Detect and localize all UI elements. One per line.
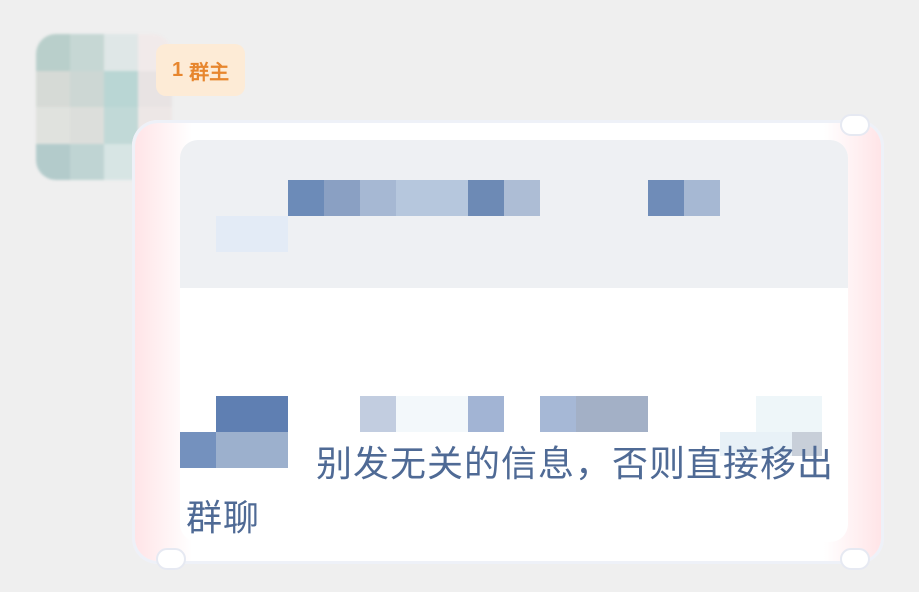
redaction-block <box>576 396 648 432</box>
redaction-block <box>216 396 288 432</box>
group-owner-badge: 1 群主 <box>156 44 246 96</box>
badge-level: 1 <box>172 58 184 81</box>
redaction-block <box>756 396 822 432</box>
badge-role: 群主 <box>189 61 230 84</box>
redaction-block <box>396 396 468 432</box>
redaction-block <box>360 396 396 432</box>
redaction-block <box>216 216 288 252</box>
redaction-block <box>504 180 540 216</box>
redaction-block <box>540 396 576 432</box>
cloud-decoration-icon <box>840 548 870 570</box>
redaction-block <box>288 180 324 216</box>
cloud-decoration-icon <box>840 114 870 136</box>
redaction-block <box>360 180 396 216</box>
redaction-block <box>648 180 684 216</box>
redaction-block <box>684 180 720 216</box>
redaction-block <box>324 180 360 216</box>
redaction-block <box>396 180 468 216</box>
quoted-header-redacted <box>180 140 848 288</box>
message-text: 别发无关的信息，否则直接移出群聊 <box>186 444 835 539</box>
quoted-message-card[interactable]: 别发无关的信息，否则直接移出群聊 <box>180 140 848 542</box>
redaction-block <box>468 396 504 432</box>
redaction-block <box>468 180 504 216</box>
message-bubble[interactable]: 别发无关的信息，否则直接移出群聊 <box>132 114 884 570</box>
cloud-decoration-icon <box>156 548 186 570</box>
